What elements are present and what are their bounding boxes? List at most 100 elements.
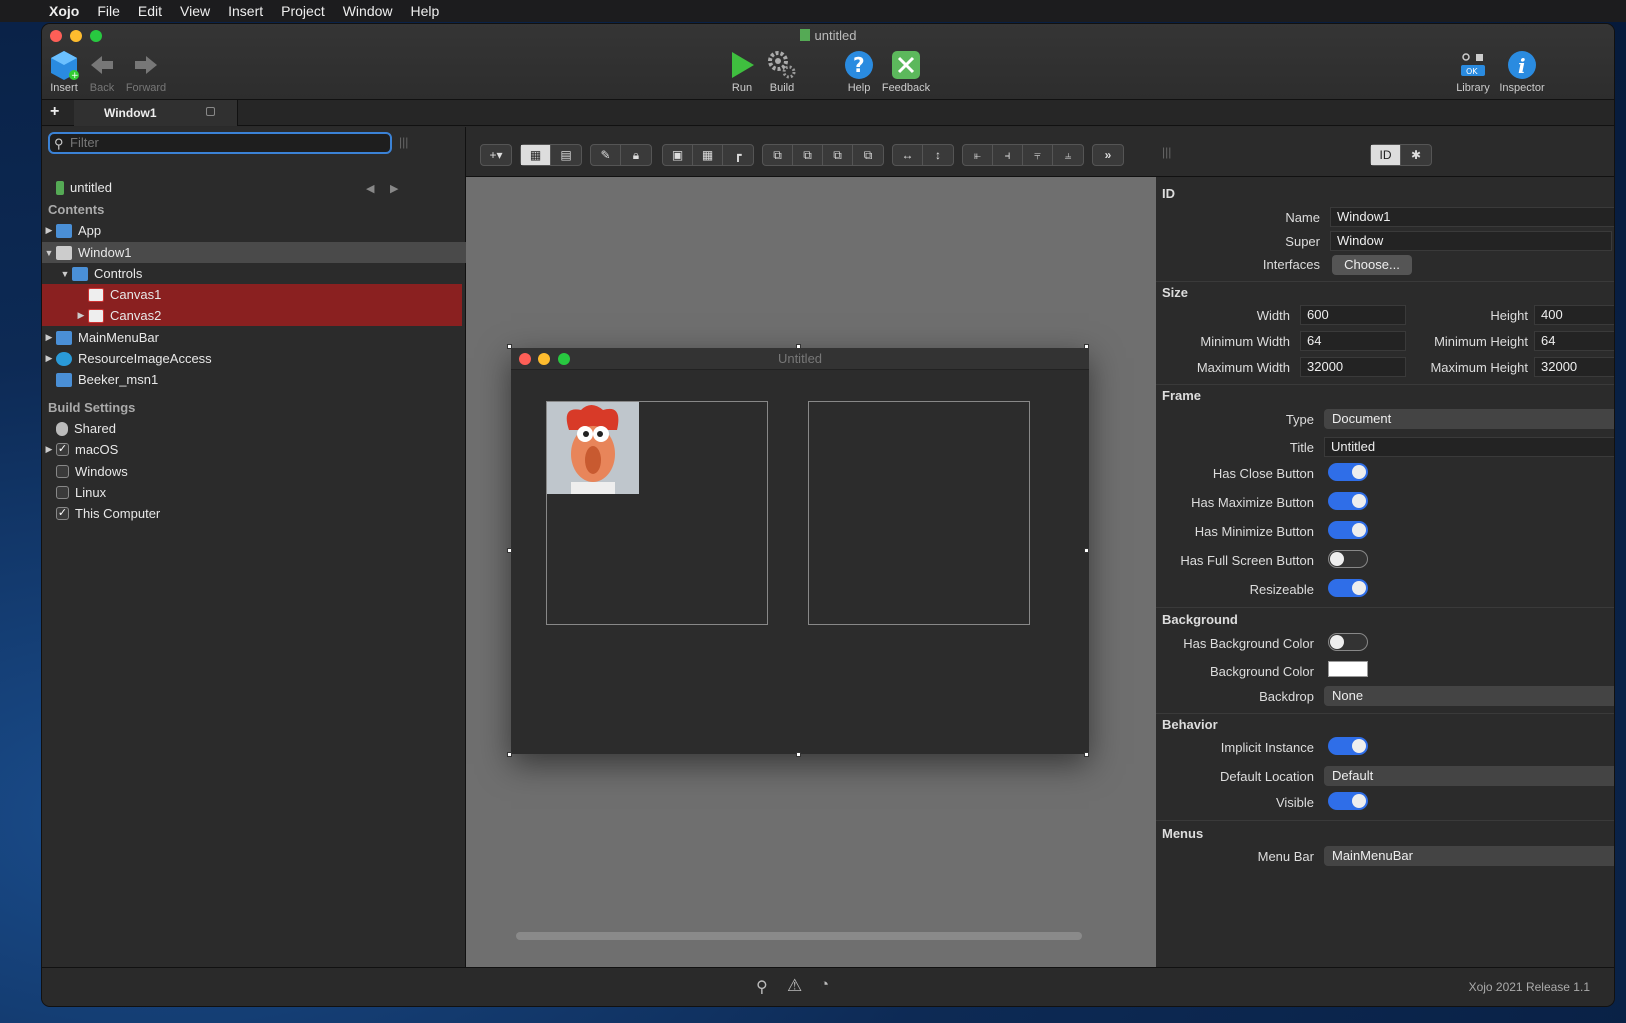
build-item-windows[interactable]: Windows (42, 461, 466, 482)
send-backward-icon[interactable]: ⧉ (823, 145, 853, 165)
windows-checkbox[interactable] (56, 465, 69, 478)
super-field[interactable]: Window (1330, 231, 1612, 251)
nav-item-app[interactable]: ▶ App (42, 220, 466, 241)
menu-insert[interactable]: Insert (219, 3, 272, 19)
min-width-field[interactable]: 64 (1300, 331, 1406, 351)
inspector-button[interactable]: i Inspector (1494, 48, 1550, 94)
bring-front-icon[interactable]: ⧉ (763, 145, 793, 165)
grid-icon[interactable]: ▦ (693, 145, 723, 165)
nav-item-resourceimageaccess[interactable]: ▶ ResourceImageAccess (42, 348, 466, 369)
max-width-field[interactable]: 32000 (1300, 357, 1406, 377)
resize-handle[interactable] (507, 548, 512, 553)
canvas1-control[interactable] (546, 401, 768, 625)
lock-icon[interactable] (206, 107, 215, 116)
nav-back-icon[interactable]: ◀ (366, 182, 374, 195)
tab-window1[interactable]: Window1 (74, 100, 238, 126)
type-select[interactable]: Document⇕ (1324, 409, 1614, 429)
space-horizontal-icon[interactable]: ↔ (893, 145, 923, 165)
nav-item-beeker[interactable]: Beeker_msn1 (42, 369, 466, 390)
resize-handle[interactable] (507, 752, 512, 757)
min-height-field[interactable]: 64 (1534, 331, 1614, 351)
send-back-icon[interactable]: ⧉ (853, 145, 883, 165)
designed-window[interactable]: Untitled (511, 348, 1089, 754)
menu-project[interactable]: Project (272, 3, 334, 19)
forward-button[interactable]: Forward (118, 48, 174, 94)
menu-help[interactable]: Help (402, 3, 449, 19)
align-left-icon[interactable]: ⫦ (963, 145, 993, 165)
backdrop-select[interactable]: None⇕ (1324, 686, 1614, 706)
menu-app[interactable]: Xojo (40, 3, 88, 19)
add-control-button[interactable]: +▾ (480, 144, 512, 166)
ruler-icon[interactable]: ┏ (723, 145, 753, 165)
has-maximize-button-toggle[interactable] (1328, 492, 1368, 510)
this-computer-checkbox[interactable]: ✓ (56, 507, 69, 520)
build-item-macos[interactable]: ▶ ✓ macOS (42, 439, 466, 460)
horizontal-scrollbar[interactable] (516, 932, 1082, 940)
nav-item-canvas1[interactable]: Canvas1 (42, 284, 462, 305)
menu-view[interactable]: View (171, 3, 219, 19)
grid-view-icon[interactable]: ▦ (521, 145, 551, 165)
project-row[interactable]: untitled (42, 177, 466, 198)
feed-icon[interactable]: ◔ (820, 976, 829, 993)
resize-handle[interactable] (1084, 752, 1089, 757)
resize-handle[interactable] (507, 344, 512, 349)
implicit-instance-toggle[interactable] (1328, 737, 1368, 755)
build-button[interactable]: Build (754, 48, 810, 94)
nav-item-canvas2[interactable]: ▶ Canvas2 (42, 305, 462, 326)
build-item-this-computer[interactable]: ✓ This Computer (42, 503, 466, 524)
title-field[interactable]: Untitled (1324, 437, 1614, 457)
fill-icon[interactable]: ▣ (663, 145, 693, 165)
filter-input[interactable]: ⚲ Filter (48, 132, 392, 154)
menu-bar-select[interactable]: MainMenuBar⇕ (1324, 846, 1614, 866)
align-right-icon[interactable]: ⫞ (993, 145, 1023, 165)
choose-interfaces-button[interactable]: Choose... (1332, 255, 1412, 275)
has-close-button-toggle[interactable] (1328, 463, 1368, 481)
warning-icon[interactable]: ⚠ (787, 976, 802, 996)
menu-window[interactable]: Window (334, 3, 402, 19)
has-full-screen-button-toggle[interactable] (1328, 550, 1368, 568)
menu-file[interactable]: File (88, 3, 129, 19)
has-background-color-toggle[interactable] (1328, 633, 1368, 651)
size-header: Size (1162, 285, 1189, 300)
background-color-swatch[interactable] (1328, 661, 1368, 677)
has-minimize-button-toggle[interactable] (1328, 521, 1368, 539)
default-location-select[interactable]: Default⇕ (1324, 766, 1614, 786)
build-item-linux[interactable]: Linux (42, 482, 466, 503)
nav-item-controls[interactable]: ▼ Controls (42, 263, 466, 284)
macos-checkbox[interactable]: ✓ (56, 443, 69, 456)
lock-icon[interactable]: 🔒︎ (621, 145, 651, 165)
resize-handle[interactable] (796, 344, 801, 349)
nav-forward-icon[interactable]: ▶ (390, 182, 398, 195)
resizeable-toggle[interactable] (1328, 579, 1368, 597)
beeker-image (547, 402, 639, 494)
splitter-handle-icon[interactable]: ||| (399, 135, 408, 149)
height-field[interactable]: 400 (1534, 305, 1614, 325)
resize-handle[interactable] (1084, 548, 1089, 553)
feedback-button[interactable]: Feedback (878, 48, 934, 94)
nav-item-window1[interactable]: ▼ Window1 (42, 242, 466, 263)
splitter-handle-icon[interactable]: ||| (1162, 145, 1171, 159)
align-top-icon[interactable]: ⫧ (1023, 145, 1053, 165)
max-height-field[interactable]: 32000 (1534, 357, 1614, 377)
add-tab-button[interactable]: + (50, 103, 59, 121)
gear-icon[interactable]: ✱ (1401, 145, 1431, 165)
resize-handle[interactable] (796, 752, 801, 757)
search-icon[interactable]: ⚲ (756, 977, 768, 997)
visible-toggle[interactable] (1328, 792, 1368, 810)
resize-handle[interactable] (1084, 344, 1089, 349)
library-button[interactable]: OK Library (1445, 48, 1501, 94)
menu-edit[interactable]: Edit (129, 3, 171, 19)
more-button[interactable]: » (1092, 144, 1124, 166)
canvas2-control[interactable] (808, 401, 1030, 625)
pencil-icon[interactable]: ✎ (591, 145, 621, 165)
space-vertical-icon[interactable]: ↕ (923, 145, 953, 165)
linux-checkbox[interactable] (56, 486, 69, 499)
list-view-icon[interactable]: ▤ (551, 145, 581, 165)
name-field[interactable]: Window1 (1330, 207, 1614, 227)
id-card-icon[interactable]: ID (1371, 145, 1401, 165)
nav-item-mainmenubar[interactable]: ▶ MainMenuBar (42, 327, 466, 348)
bring-forward-icon[interactable]: ⧉ (793, 145, 823, 165)
align-bottom-icon[interactable]: ⫨ (1053, 145, 1083, 165)
width-field[interactable]: 600 (1300, 305, 1406, 325)
build-item-shared[interactable]: Shared (42, 418, 466, 439)
